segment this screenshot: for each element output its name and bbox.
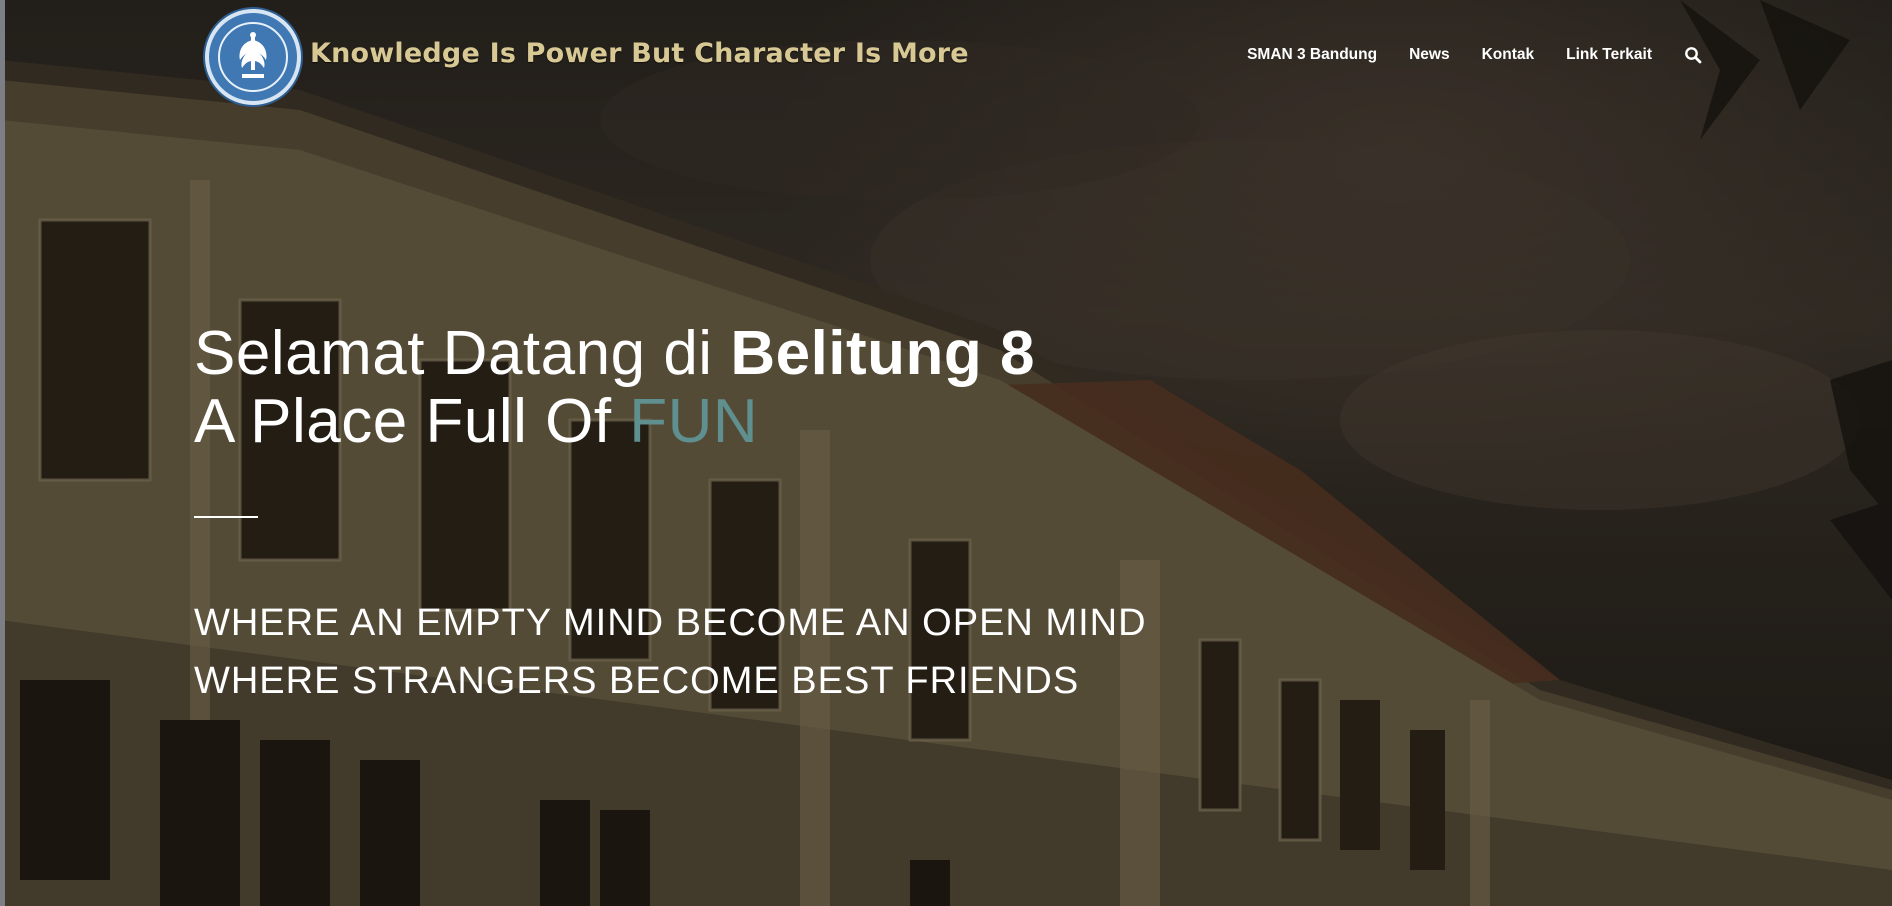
hero-title: Selamat Datang di Belitung 8 A Place Ful… [194,320,1147,456]
hero-subtitle: WHERE AN EMPTY MIND BECOME AN OPEN MIND … [194,594,1147,710]
hero-subtitle-line-2: WHERE STRANGERS BECOME BEST FRIENDS [194,660,1080,702]
search-icon[interactable] [1684,46,1702,64]
hero-subtitle-line-1: WHERE AN EMPTY MIND BECOME AN OPEN MIND [194,602,1147,644]
site-tagline: Knowledge Is Power But Character Is More [310,38,969,69]
page: Knowledge Is Power But Character Is More… [0,0,1892,906]
hero-title-school-name: Belitung 8 [730,319,1035,388]
main-nav: SMAN 3 Bandung News Kontak Link Terkait [1247,46,1702,64]
nav-item-link-terkait[interactable]: Link Terkait [1566,46,1652,64]
site-header: Knowledge Is Power But Character Is More… [0,0,1892,110]
nav-item-news[interactable]: News [1409,46,1450,64]
school-emblem-icon [218,22,288,92]
nav-item-sman-3-bandung[interactable]: SMAN 3 Bandung [1247,46,1377,64]
window-edge [0,0,5,906]
hero-title-line-2: A Place Full Of FUN [194,388,1147,456]
hero-divider [194,516,258,518]
hero-title-line-1: Selamat Datang di Belitung 8 [194,320,1147,388]
hero-title-prefix: Selamat Datang di [194,319,731,388]
school-logo[interactable] [205,9,301,105]
hero-title-accent: FUN [629,387,759,456]
nav-item-kontak[interactable]: Kontak [1482,46,1535,64]
hero-section: Selamat Datang di Belitung 8 A Place Ful… [194,320,1147,710]
hero-title-line2-prefix: A Place Full Of [194,387,630,456]
